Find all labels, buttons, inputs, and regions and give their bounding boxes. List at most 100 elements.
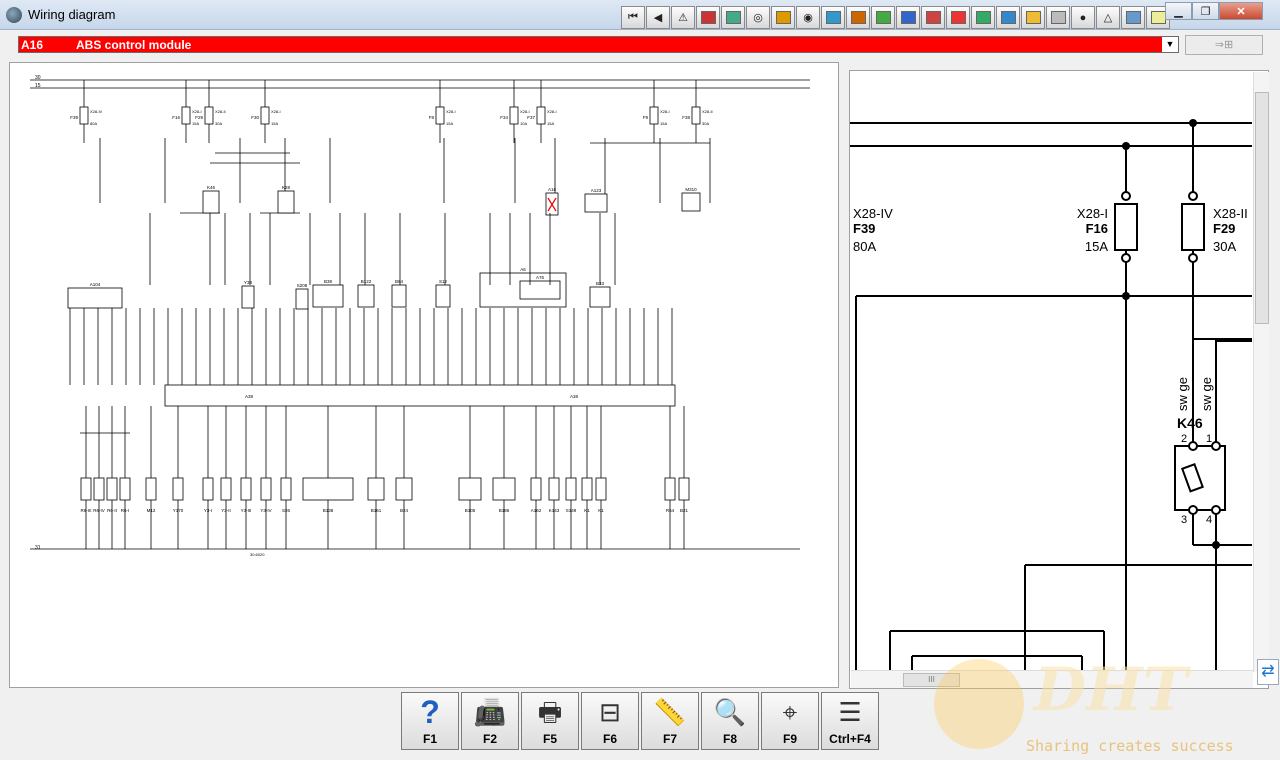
component (492, 477, 516, 501)
fuse-amp: 15A (446, 121, 453, 126)
back-icon[interactable]: ◀ (646, 6, 670, 29)
component-label: B24 (400, 508, 409, 513)
zoom-fuse-amp: 15A (1085, 239, 1108, 254)
fuse-name: F38 (682, 115, 690, 120)
remote-support-icon[interactable]: ⇄ (1257, 659, 1279, 685)
gauge-icon[interactable]: ◉ (796, 6, 820, 29)
component (93, 477, 105, 501)
goto-component-button[interactable]: ⇒⊞ (1185, 35, 1263, 55)
scroll-thumb[interactable] (1255, 92, 1269, 324)
horizontal-scrollbar[interactable]: III (851, 670, 1253, 688)
fuse-connector: X28-II (702, 109, 713, 114)
component (119, 477, 131, 501)
map-icon[interactable] (721, 6, 745, 29)
component (664, 477, 676, 501)
fuse-name: F37 (527, 115, 535, 120)
component (302, 477, 354, 501)
display-icon-glyph (1000, 11, 1016, 24)
fuse (181, 106, 191, 125)
alert-icon[interactable]: △ (1096, 6, 1120, 29)
selected-component-code: A16 (21, 38, 44, 52)
screen-icon[interactable] (971, 6, 995, 29)
component-label: K1 (598, 508, 604, 513)
component-label: A76 (536, 275, 545, 280)
component (681, 192, 701, 212)
face-icon[interactable] (946, 6, 970, 29)
dial-icon[interactable] (1021, 6, 1045, 29)
compass-icon[interactable]: ◎ (746, 6, 770, 29)
fkey-f6[interactable]: ⊟ F6 (581, 692, 639, 750)
people-icon[interactable] (896, 6, 920, 29)
diagram-overview[interactable]: 30 15 31 X28-IV F39 80A X28-I F16 15A X28-II F29 30… (9, 62, 839, 688)
table-icon: ☰ (838, 697, 862, 727)
component (80, 477, 92, 501)
panel-icon[interactable] (871, 6, 895, 29)
bus-label: A38 (245, 394, 254, 399)
first-icon[interactable]: ⏮ (621, 6, 645, 29)
maximize-button[interactable]: ❐ (1192, 2, 1219, 20)
fuse-amp: 15A (660, 121, 667, 126)
diagram-zoom[interactable]: X28-IV F39 80A X28-I F16 15A X28-II F29 … (849, 70, 1269, 689)
wiring-diagram-overview[interactable]: 30 15 31 X28-IV F39 80A X28-I F16 15A X28-II F29 30… (10, 63, 838, 687)
component (589, 286, 611, 308)
component (435, 284, 451, 308)
measure-icon: 📏 (653, 697, 687, 727)
hand-icon[interactable] (1046, 6, 1070, 29)
fkey-f1[interactable]: ? F1 (401, 692, 459, 750)
vertical-scrollbar[interactable] (1253, 72, 1269, 672)
fkey-ctrl-f4[interactable]: ☰ Ctrl+F4 (821, 692, 879, 750)
wiring-diagram-zoom[interactable]: X28-IV F39 80A X28-I F16 15A X28-II F29 … (850, 71, 1269, 671)
component (67, 287, 123, 309)
print-icon: 🖶 (537, 697, 563, 727)
connector-bus (164, 384, 676, 407)
component-selector[interactable]: A16 ABS control module ▼ (18, 36, 1179, 53)
component-label: S208 (297, 283, 308, 288)
repair-icon[interactable] (921, 6, 945, 29)
wrench-icon-glyph (825, 11, 841, 24)
zoom-fuse-conn: X28-IV (853, 206, 893, 221)
wrench-icon[interactable] (821, 6, 845, 29)
component (678, 477, 690, 501)
component (565, 477, 577, 501)
fuse (649, 106, 659, 125)
components-icon: ⊟ (599, 697, 621, 727)
component (172, 477, 184, 501)
relay-pin: 4 (1206, 514, 1212, 526)
close-button[interactable]: ✕ (1219, 2, 1263, 20)
component-label: M310 (685, 187, 697, 192)
help-icon: ? (420, 694, 440, 730)
display-icon[interactable] (996, 6, 1020, 29)
person-icon[interactable]: ● (1071, 6, 1095, 29)
zoom-relay-name: K46 (1177, 415, 1203, 431)
chart-icon[interactable] (846, 6, 870, 29)
scroll-thumb[interactable]: III (903, 673, 960, 687)
fax-icon: 📠 (473, 697, 507, 727)
minimize-button[interactable]: ▁ (1165, 2, 1192, 20)
fkey-f9[interactable]: ⌖ F9 (761, 692, 819, 750)
fkey-f8[interactable]: 🔍 F8 (701, 692, 759, 750)
component-label: A6 (520, 267, 526, 272)
function-key-bar: ? F1 📠 F2 🖶 F5 ⊟ F6 📏 F7 🔍 F8 ⌖ F9 ☰ Ctrl+F4 (401, 692, 879, 750)
chevron-down-icon[interactable]: ▼ (1162, 37, 1178, 52)
warning-icon[interactable]: ⚠ (671, 6, 695, 29)
selected-component-name: ABS control module (76, 38, 192, 52)
component-label: S149 (566, 508, 577, 513)
tools-icon[interactable] (771, 6, 795, 29)
fuse (79, 106, 89, 125)
car-icon-glyph (1125, 11, 1141, 24)
wire-color-label: sw ge (1175, 377, 1190, 411)
component (391, 284, 407, 308)
component (548, 477, 560, 501)
color-box-icon[interactable] (696, 6, 720, 29)
car-icon[interactable] (1121, 6, 1145, 29)
fuse-connector: X28-I (547, 109, 557, 114)
component (312, 284, 344, 308)
component-label: Y3-IV (260, 508, 271, 513)
relay-pin: 3 (1181, 514, 1187, 526)
fkey-f7[interactable]: 📏 F7 (641, 692, 699, 750)
fkey-f5[interactable]: 🖶 F5 (521, 692, 579, 750)
component-label: A104 (90, 282, 101, 287)
face-icon-glyph (950, 11, 966, 24)
fkey-f2[interactable]: 📠 F2 (461, 692, 519, 750)
component-label: R6-I (121, 508, 130, 513)
